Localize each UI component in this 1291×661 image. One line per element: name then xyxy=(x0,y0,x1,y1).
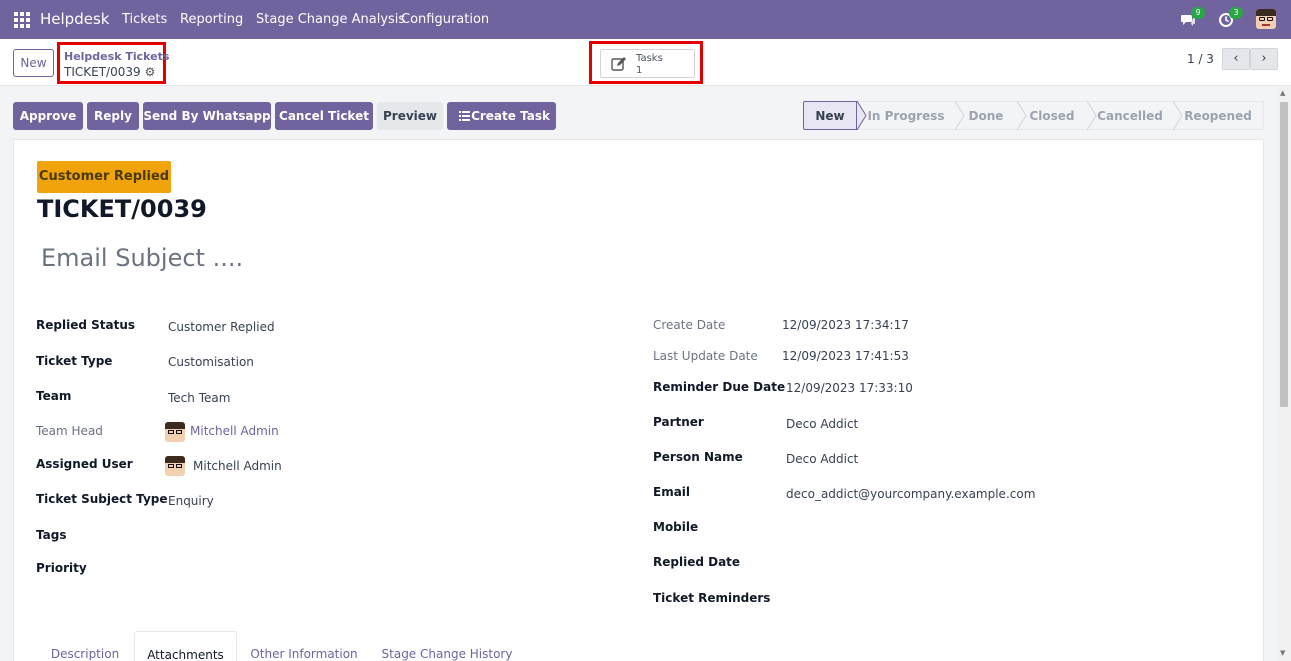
app-brand[interactable]: Helpdesk xyxy=(40,10,109,28)
ticket-title: TICKET/0039 xyxy=(37,195,207,223)
tab-description[interactable]: Description xyxy=(37,631,133,661)
stage-closed[interactable]: Closed xyxy=(1017,101,1087,130)
partner-label: Partner xyxy=(653,415,704,429)
create-date-value: 12/09/2023 17:34:17 xyxy=(782,318,909,332)
menu-configuration[interactable]: Configuration xyxy=(401,12,489,27)
avatar-face-icon xyxy=(1256,9,1276,29)
email-label: Email xyxy=(653,485,691,499)
user-avatar[interactable] xyxy=(1256,9,1276,33)
chevron-right-icon: › xyxy=(1261,51,1267,66)
stage-cancelled[interactable]: Cancelled xyxy=(1087,101,1173,130)
email-subject-field[interactable]: Email Subject .... xyxy=(41,244,243,272)
breadcrumb-current: TICKET/0039 ⚙ xyxy=(64,65,155,79)
approve-button[interactable]: Approve xyxy=(13,102,83,130)
avatar-face-icon xyxy=(165,422,185,442)
menu-tickets[interactable]: Tickets xyxy=(122,12,167,27)
reminder-due-value[interactable]: 12/09/2023 17:33:10 xyxy=(786,381,913,395)
control-panel: New Helpdesk Tickets TICKET/0039 ⚙ Tasks … xyxy=(0,39,1291,86)
reply-button[interactable]: Reply xyxy=(87,102,139,130)
reminder-due-label: Reminder Due Date xyxy=(653,380,786,394)
menu-stage-change-analysis[interactable]: Stage Change Analysis xyxy=(256,12,405,27)
stage-separator-icon xyxy=(1017,101,1027,130)
menu-reporting[interactable]: Reporting xyxy=(180,12,243,27)
replied-status-value[interactable]: Customer Replied xyxy=(168,320,275,334)
chevron-left-icon: ‹ xyxy=(1233,51,1239,66)
edit-icon xyxy=(611,57,626,71)
vertical-scrollbar[interactable]: ▲ ▼ xyxy=(1277,86,1291,661)
tab-attachments[interactable]: Attachments xyxy=(134,631,237,661)
scroll-up-icon[interactable]: ▲ xyxy=(1280,89,1285,97)
app-grid-icon[interactable] xyxy=(14,12,30,28)
mobile-label: Mobile xyxy=(653,520,699,534)
tab-stage-change-history[interactable]: Stage Change History xyxy=(371,631,523,661)
form-sheet: Customer Replied TICKET/0039 Email Subje… xyxy=(13,139,1264,661)
pager-previous-button[interactable]: ‹ xyxy=(1222,48,1250,70)
stage-separator-icon xyxy=(955,101,965,130)
ticket-subject-type-label: Ticket Subject Type xyxy=(36,492,168,506)
email-value[interactable]: deco_addict@yourcompany.example.com xyxy=(786,487,1035,501)
team-head-label: Team Head xyxy=(36,424,103,438)
avatar-face-icon xyxy=(165,456,185,476)
preview-button[interactable]: Preview xyxy=(377,102,443,130)
messages-badge: 9 xyxy=(1191,7,1205,19)
team-label: Team xyxy=(36,389,72,403)
last-update-label: Last Update Date xyxy=(653,349,758,363)
replied-status-label: Replied Status xyxy=(36,318,135,332)
ticket-type-value[interactable]: Customisation xyxy=(168,355,254,369)
priority-label: Priority xyxy=(36,561,87,575)
gear-icon[interactable]: ⚙ xyxy=(145,65,156,79)
new-button[interactable]: New xyxy=(13,49,54,77)
scroll-down-icon[interactable]: ▼ xyxy=(1280,649,1285,657)
list-icon xyxy=(459,111,470,121)
stage-in-progress[interactable]: In Progress xyxy=(857,101,955,130)
stage-arrow-icon xyxy=(857,101,867,130)
notebook-tabs: Description Attachments Other Informatio… xyxy=(37,631,1247,661)
activities-button[interactable]: 3 xyxy=(1218,7,1243,29)
breadcrumb-current-label: TICKET/0039 xyxy=(64,65,141,79)
cancel-ticket-button[interactable]: Cancel Ticket xyxy=(275,102,373,130)
tab-other-information[interactable]: Other Information xyxy=(241,631,367,661)
tags-label: Tags xyxy=(36,528,67,542)
ticket-type-label: Ticket Type xyxy=(36,354,113,368)
top-navbar: Helpdesk Tickets Reporting Stage Change … xyxy=(0,0,1291,39)
create-task-button[interactable]: Create Task xyxy=(447,102,556,130)
stage-separator-icon xyxy=(1173,101,1183,130)
replied-date-label: Replied Date xyxy=(653,555,741,569)
team-value[interactable]: Tech Team xyxy=(168,391,230,405)
stage-separator-icon xyxy=(1087,101,1097,130)
pager-value: 1 / 3 xyxy=(1187,52,1214,66)
send-whatsapp-button[interactable]: Send By Whatsapp xyxy=(143,102,271,130)
ticket-subject-type-value[interactable]: Enquiry xyxy=(168,494,214,508)
person-name-value[interactable]: Deco Addict xyxy=(786,452,858,466)
status-badge: Customer Replied xyxy=(37,161,171,193)
tasks-count: 1 xyxy=(636,65,643,76)
breadcrumb-parent-link[interactable]: Helpdesk Tickets xyxy=(64,50,169,63)
team-head-value[interactable]: Mitchell Admin xyxy=(190,424,279,438)
breadcrumb: Helpdesk Tickets TICKET/0039 ⚙ xyxy=(57,42,169,84)
create-date-label: Create Date xyxy=(653,318,726,332)
assigned-user-value[interactable]: Mitchell Admin xyxy=(193,459,282,473)
create-task-label: Create Task xyxy=(471,109,550,123)
scrollbar-thumb[interactable] xyxy=(1280,102,1288,407)
messages-button[interactable]: 9 xyxy=(1180,7,1205,29)
pager-next-button[interactable]: › xyxy=(1250,48,1278,70)
tasks-label: Tasks xyxy=(636,53,663,64)
tasks-highlight: Tasks 1 xyxy=(589,41,703,84)
stage-new[interactable]: New xyxy=(803,101,857,130)
ticket-reminders-label: Ticket Reminders xyxy=(653,591,771,605)
person-name-label: Person Name xyxy=(653,450,743,464)
activities-badge: 3 xyxy=(1229,7,1243,19)
last-update-value: 12/09/2023 17:41:53 xyxy=(782,349,909,363)
stage-reopened[interactable]: Reopened xyxy=(1173,101,1264,130)
assigned-user-label: Assigned User xyxy=(36,457,133,471)
stage-statusbar: New In Progress Done Closed Cancelled Re… xyxy=(803,101,1264,130)
tasks-smart-button[interactable]: Tasks 1 xyxy=(600,49,695,78)
partner-value[interactable]: Deco Addict xyxy=(786,417,858,431)
